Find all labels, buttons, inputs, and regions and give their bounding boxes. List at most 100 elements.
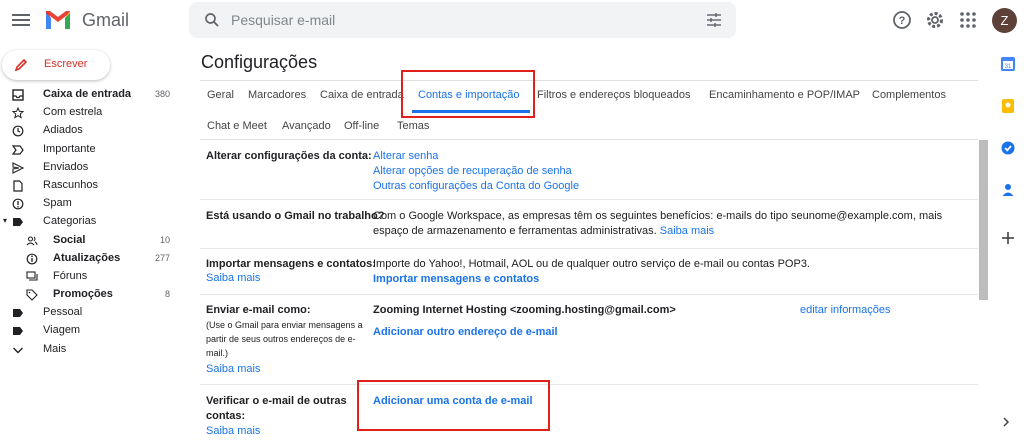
row-label: Alterar configurações da conta: (206, 150, 372, 162)
sidebar-item-drafts[interactable]: Rascunhos (0, 177, 180, 195)
tab-themes[interactable]: Temas (397, 120, 429, 132)
help-icon[interactable]: ? (891, 9, 913, 31)
sidebar-item-label: Promoções (53, 288, 113, 301)
sidebar-item-categories[interactable]: ▾ Categorias (0, 213, 180, 231)
important-icon (12, 144, 24, 155)
apps-grid-icon[interactable] (957, 9, 979, 31)
tab-offline[interactable]: Off-line (344, 120, 379, 132)
learn-more-link[interactable]: Saiba mais (206, 272, 260, 284)
settings-row-check-mail: Verificar o e-mail de outras contas: Sai… (200, 385, 978, 442)
sidebar-item-more[interactable]: Mais (0, 341, 180, 359)
sidebar-item-label: Pessoal (43, 306, 83, 319)
page-title: Configurações (201, 52, 318, 72)
import-description: Importe do Yahoo!, Hotmail, AOL ou de qu… (373, 258, 810, 270)
sidebar-item-forums[interactable]: Fóruns (0, 268, 180, 286)
label-icon (13, 218, 23, 227)
search-bar[interactable] (189, 2, 736, 38)
google-account-settings-link[interactable]: Outras configurações da Conta do Google (373, 179, 579, 194)
compose-label: Escrever (44, 58, 88, 70)
row-value: Com o Google Workspace, as empresas têm … (373, 209, 942, 239)
label-icon (13, 327, 23, 336)
tab-advanced[interactable]: Avançado (282, 120, 331, 132)
tag-icon (26, 289, 38, 301)
add-addon-button[interactable] (998, 226, 1022, 250)
unread-count: 10 (159, 234, 170, 245)
note-line: partir de seus outros endereços de e- (206, 334, 356, 344)
gmail-logo-icon[interactable] (44, 9, 72, 31)
sidebar-item-label: Viagem (43, 324, 81, 337)
chevron-down-icon (13, 347, 23, 354)
sidebar-item-snoozed[interactable]: Adiados (0, 122, 180, 140)
sidebar-item-sent[interactable]: Enviados (0, 159, 180, 177)
svg-text:31: 31 (1005, 64, 1012, 70)
sidebar-item-personal[interactable]: Pessoal (0, 304, 180, 322)
change-password-link[interactable]: Alterar senha (373, 149, 579, 164)
send-icon (12, 161, 24, 174)
sidebar-item-important[interactable]: Importante (0, 141, 180, 159)
sidebar-item-social[interactable]: Social 10 (0, 232, 180, 250)
tab-filters[interactable]: Filtros e endereços bloqueados (537, 89, 690, 101)
caret-down-icon[interactable]: ▾ (3, 216, 7, 225)
tab-labels[interactable]: Marcadores (248, 89, 306, 101)
sidebar-item-label: Fóruns (53, 269, 88, 282)
calendar-icon[interactable]: 31 (1000, 56, 1016, 72)
add-address-link[interactable]: Adicionar outro endereço de e-mail (373, 325, 558, 340)
settings-row-account: Alterar configurações da conta: Alterar … (200, 140, 978, 200)
sidebar-item-spam[interactable]: Spam (0, 195, 180, 213)
main-menu-icon[interactable] (12, 11, 30, 29)
learn-more-link[interactable]: Saiba mais (660, 225, 714, 237)
sidebar-item-label: Adiados (43, 124, 83, 137)
keep-icon[interactable] (1000, 98, 1016, 114)
edit-info-link[interactable]: editar informações (800, 303, 891, 318)
info-icon (26, 253, 38, 265)
search-input[interactable] (231, 10, 671, 30)
sidebar-item-promotions[interactable]: Promoções 8 (0, 286, 180, 304)
people-icon (26, 235, 38, 245)
workspace-text: Com o Google Workspace, as empresas têm … (373, 210, 943, 222)
search-options-icon[interactable] (706, 12, 722, 28)
sidebar-item-label: Social (53, 233, 86, 246)
label-icon (13, 309, 23, 318)
compose-button[interactable]: Escrever (2, 50, 110, 80)
tab-chat-meet[interactable]: Chat e Meet (207, 120, 267, 132)
inbox-icon (12, 89, 24, 101)
sidebar-item-label: Enviados (43, 160, 89, 173)
import-messages-link[interactable]: Importar mensagens e contatos (373, 272, 810, 287)
unread-count: 277 (154, 252, 170, 263)
row-label: Verificar o e-mail de outras (206, 395, 347, 407)
tasks-icon[interactable] (1000, 140, 1016, 156)
learn-more-link[interactable]: Saiba mais (206, 425, 260, 437)
settings-row-import: Importar mensagens e contatos: Saiba mai… (200, 249, 978, 295)
tab-forwarding[interactable]: Encaminhamento e POP/IMAP (709, 89, 860, 101)
chevron-right-icon[interactable] (1000, 416, 1012, 428)
highlight-box (401, 70, 535, 118)
settings-gear-icon[interactable] (924, 9, 946, 31)
sidebar-item-updates[interactable]: Atualizações 277 (0, 250, 180, 268)
side-panel: 31 (990, 40, 1024, 442)
sidebar-item-label: Categorias (43, 215, 97, 228)
learn-more-link[interactable]: Saiba mais (206, 363, 260, 375)
sidebar-item-starred[interactable]: Com estrela (0, 104, 180, 122)
sidebar-item-label: Rascunhos (43, 178, 99, 191)
scrollbar[interactable] (979, 140, 988, 300)
settings-row-workspace: Está usando o Gmail no trabalho? Com o G… (200, 200, 978, 249)
tab-addons[interactable]: Complementos (872, 89, 946, 101)
note-line: (Use o Gmail para enviar mensagens a (206, 320, 363, 330)
note-line: mail.) (206, 348, 228, 358)
app-name: Gmail (82, 10, 130, 30)
tab-inbox[interactable]: Caixa de entrada (320, 89, 404, 101)
settings-row-send-as: Enviar e-mail como: (Use o Gmail para en… (200, 295, 978, 385)
tab-general[interactable]: Geral (207, 89, 234, 101)
sidebar-item-label: Spam (43, 197, 72, 210)
contacts-icon[interactable] (1000, 182, 1016, 198)
clock-icon (12, 125, 24, 137)
sidebar-item-inbox[interactable]: Caixa de entrada 380 (0, 86, 180, 104)
unread-count: 8 (164, 289, 170, 300)
forum-icon (26, 271, 38, 281)
account-avatar[interactable]: Z (992, 8, 1017, 33)
row-value: Importe do Yahoo!, Hotmail, AOL ou de qu… (373, 257, 810, 287)
sidebar-nav: Caixa de entrada 380 Com estrela Adiados… (0, 86, 180, 359)
search-icon[interactable] (203, 11, 221, 29)
recovery-options-link[interactable]: Alterar opções de recuperação de senha (373, 164, 579, 179)
sidebar-item-travel[interactable]: Viagem (0, 322, 180, 340)
